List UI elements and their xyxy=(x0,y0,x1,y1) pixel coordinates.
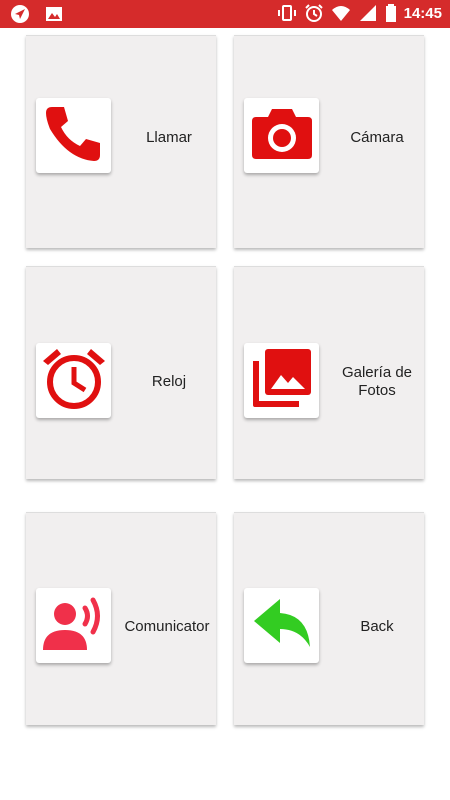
status-bar: 14:45 xyxy=(0,0,450,28)
alarm-clock-icon xyxy=(41,345,107,416)
signal-icon xyxy=(358,3,378,23)
phone-icon xyxy=(42,101,106,170)
tile-label: Back xyxy=(360,618,394,635)
tile-label: Galería de Fotos xyxy=(332,364,422,400)
clock-time: 14:45 xyxy=(403,4,442,22)
tile-comunicator[interactable]: Comunicator xyxy=(26,512,216,725)
phone-icon-box xyxy=(36,98,111,173)
tile-reloj[interactable]: Reloj xyxy=(26,266,216,479)
camera-icon xyxy=(250,101,314,170)
tile-label-line2: Fotos xyxy=(358,382,396,399)
tile-back[interactable]: Back xyxy=(234,512,424,725)
speaking-person-icon xyxy=(41,590,107,661)
alarm-clock-icon-box xyxy=(36,343,111,418)
camera-icon-box xyxy=(244,98,319,173)
tile-llamar[interactable]: Llamar xyxy=(26,35,216,248)
tile-label: Cámara xyxy=(350,129,404,146)
alarm-icon xyxy=(304,3,324,23)
wifi-icon xyxy=(331,3,351,23)
image-icon xyxy=(44,4,64,24)
tile-label: Llamar xyxy=(146,129,192,146)
tile-camara[interactable]: Cámara xyxy=(234,35,424,248)
battery-icon xyxy=(385,3,397,23)
vibrate-icon xyxy=(277,3,297,23)
tile-galeria-de-fotos[interactable]: Galería de Fotos xyxy=(234,266,424,479)
back-arrow-icon xyxy=(250,591,314,660)
tile-label: Reloj xyxy=(151,373,187,390)
navigation-icon xyxy=(10,4,30,24)
tile-label: Comunicator xyxy=(124,618,210,635)
speaking-person-icon-box xyxy=(36,588,111,663)
photo-gallery-icon-box xyxy=(244,343,319,418)
back-arrow-icon-box xyxy=(244,588,319,663)
photo-gallery-icon xyxy=(249,345,315,416)
tile-label-line1: Galería de xyxy=(341,364,413,381)
